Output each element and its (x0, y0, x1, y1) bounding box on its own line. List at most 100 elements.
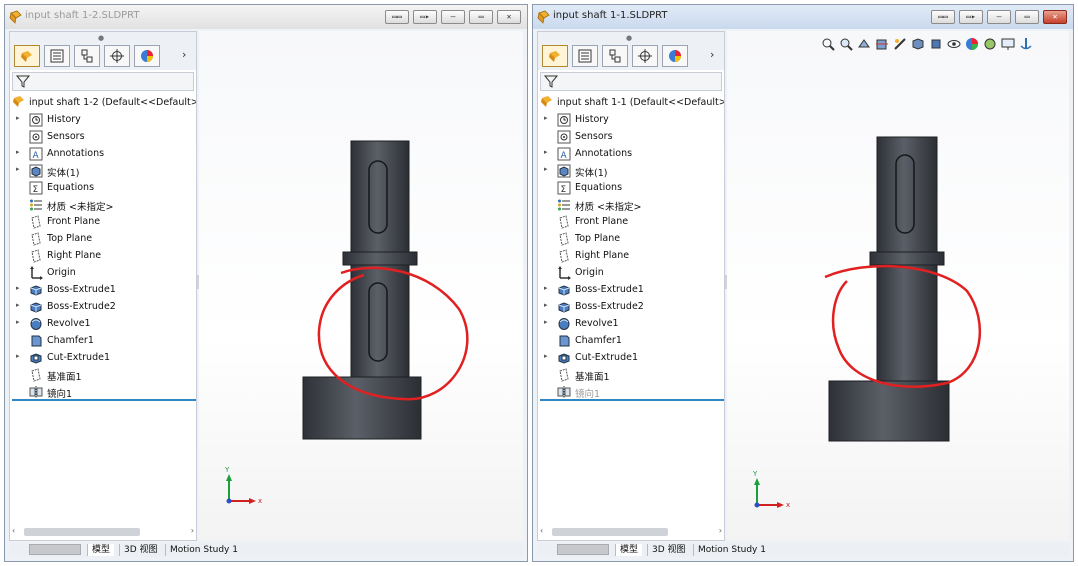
tree-item[interactable]: ▸ Cut-Extrude1 (10, 350, 196, 367)
tree-root[interactable]: input shaft 1-1 (Default<<Default>_I (540, 94, 724, 108)
tab-3d-view[interactable]: 3D 视图 (119, 544, 162, 556)
tab-dimxpert-manager[interactable] (104, 45, 130, 67)
scroll-right-icon[interactable]: › (719, 526, 722, 535)
close-button[interactable]: ✕ (497, 10, 521, 24)
zoom-to-fit-icon[interactable] (821, 37, 835, 51)
scroll-left-icon[interactable]: ‹ (12, 526, 15, 535)
expand-arrow-icon[interactable]: ▸ (16, 301, 20, 309)
tree-root[interactable]: input shaft 1-2 (Default<<Default>_I (12, 94, 196, 108)
tree-item[interactable]: ▸ Revolve1 (10, 316, 196, 333)
expand-arrow-icon[interactable]: ▸ (544, 114, 548, 122)
scroll-right-icon[interactable]: › (191, 526, 194, 535)
horizontal-scrollbar[interactable]: ‹ › (540, 526, 722, 538)
tab-motion-study[interactable]: Motion Study 1 (693, 544, 770, 556)
tab-dimxpert-manager[interactable] (632, 45, 658, 67)
tree-item[interactable]: Sensors (10, 129, 196, 146)
tree-item[interactable]: ▸ Boss-Extrude2 (10, 299, 196, 316)
tree-item[interactable]: Chamfer1 (538, 333, 724, 350)
graphics-area[interactable]: Y x (727, 31, 1069, 541)
title-bar[interactable]: input shaft 1-1.SLDPRT ▭▭ ▭▸ — ▭ ✕ (533, 5, 1073, 29)
tree-item[interactable]: Chamfer1 (10, 333, 196, 350)
tree-item[interactable]: ▸ A Annotations (10, 146, 196, 163)
apply-scene-icon[interactable] (983, 37, 997, 51)
tile-button[interactable]: ▭▭ (931, 10, 955, 24)
expand-arrow-icon[interactable]: ▸ (16, 165, 20, 173)
tree-item[interactable]: ▸ 实体(1) (538, 163, 724, 180)
tab-nav-arrows[interactable] (557, 544, 609, 555)
expand-arrow-icon[interactable]: ▸ (544, 165, 548, 173)
maximize-button[interactable]: ▭ (1015, 10, 1039, 24)
tree-item[interactable]: ▸ A Annotations (538, 146, 724, 163)
tab-nav-arrows[interactable] (29, 544, 81, 555)
tree-item[interactable]: ▸ Boss-Extrude1 (538, 282, 724, 299)
scroll-left-icon[interactable]: ‹ (540, 526, 543, 535)
scroll-thumb[interactable] (24, 528, 140, 536)
tab-motion-study[interactable]: Motion Study 1 (165, 544, 242, 556)
tab-model[interactable]: 模型 (87, 544, 115, 556)
tree-item[interactable]: ▸ Boss-Extrude2 (538, 299, 724, 316)
tree-item[interactable]: Right Plane (538, 248, 724, 265)
tree-item[interactable]: Right Plane (10, 248, 196, 265)
minimize-button[interactable]: — (987, 10, 1011, 24)
scroll-thumb[interactable] (552, 528, 668, 536)
expand-arrow-icon[interactable]: ▸ (16, 114, 20, 122)
expand-arrow-icon[interactable]: ▸ (16, 284, 20, 292)
tile-button[interactable]: ▭▭ (385, 10, 409, 24)
rollback-bar[interactable] (12, 399, 196, 401)
tree-item[interactable]: ▸ Revolve1 (538, 316, 724, 333)
cascade-button[interactable]: ▭▸ (959, 10, 983, 24)
tab-property-manager[interactable] (44, 45, 70, 67)
expand-arrow-icon[interactable]: ▸ (544, 352, 548, 360)
horizontal-scrollbar[interactable]: ‹ › (12, 526, 194, 538)
tree-item[interactable]: ▸ History (10, 112, 196, 129)
expand-arrow-icon[interactable]: ▸ (16, 318, 20, 326)
view-settings-icon[interactable] (1001, 37, 1015, 51)
close-button[interactable]: ✕ (1043, 10, 1067, 24)
chevron-right-icon[interactable]: › (710, 48, 714, 61)
tree-item[interactable]: Σ Equations (538, 180, 724, 197)
previous-view-icon[interactable] (857, 37, 871, 51)
tree-item[interactable]: Origin (10, 265, 196, 282)
panel-grip[interactable]: ● (98, 34, 104, 42)
tree-filter[interactable] (12, 72, 194, 91)
zoom-area-icon[interactable] (839, 37, 853, 51)
expand-arrow-icon[interactable]: ▸ (16, 352, 20, 360)
tab-model[interactable]: 模型 (615, 544, 643, 556)
tab-feature-manager[interactable] (14, 45, 40, 67)
chevron-right-icon[interactable]: › (182, 48, 186, 61)
tree-item[interactable]: ▸ 实体(1) (10, 163, 196, 180)
maximize-button[interactable]: ▭ (469, 10, 493, 24)
tree-item[interactable]: ▸ History (538, 112, 724, 129)
minimize-button[interactable]: — (441, 10, 465, 24)
tree-filter[interactable] (540, 72, 722, 91)
expand-arrow-icon[interactable]: ▸ (544, 284, 548, 292)
graphics-area[interactable]: Y x (199, 31, 523, 541)
section-view-icon[interactable] (875, 37, 889, 51)
tab-property-manager[interactable] (572, 45, 598, 67)
tree-item[interactable]: Front Plane (538, 214, 724, 231)
view-orientation-icon[interactable] (911, 37, 925, 51)
expand-arrow-icon[interactable]: ▸ (16, 148, 20, 156)
tree-item[interactable]: 材质 <未指定> (10, 197, 196, 214)
tree-item[interactable]: 材质 <未指定> (538, 197, 724, 214)
rollback-bar[interactable] (540, 399, 724, 401)
tree-item[interactable]: Σ Equations (10, 180, 196, 197)
expand-arrow-icon[interactable]: ▸ (544, 148, 548, 156)
expand-arrow-icon[interactable]: ▸ (544, 318, 548, 326)
title-bar[interactable]: input shaft 1-2.SLDPRT ▭▭ ▭▸ — ▭ ✕ (5, 5, 527, 29)
tree-item[interactable]: Sensors (538, 129, 724, 146)
expand-arrow-icon[interactable]: ▸ (544, 301, 548, 309)
tab-display-manager[interactable] (134, 45, 160, 67)
tab-configuration-manager[interactable] (602, 45, 628, 67)
tab-feature-manager[interactable] (542, 45, 568, 67)
edit-appearance-icon[interactable] (965, 37, 979, 51)
tree-item[interactable]: Top Plane (538, 231, 724, 248)
hide-show-items-icon[interactable] (947, 37, 961, 51)
tree-item[interactable]: 基准面1 (538, 367, 724, 384)
tree-item[interactable]: Origin (538, 265, 724, 282)
tree-item[interactable]: Front Plane (10, 214, 196, 231)
tab-display-manager[interactable] (662, 45, 688, 67)
anchor-icon[interactable] (1019, 37, 1033, 51)
tree-item[interactable]: ▸ Boss-Extrude1 (10, 282, 196, 299)
tab-3d-view[interactable]: 3D 视图 (647, 544, 690, 556)
